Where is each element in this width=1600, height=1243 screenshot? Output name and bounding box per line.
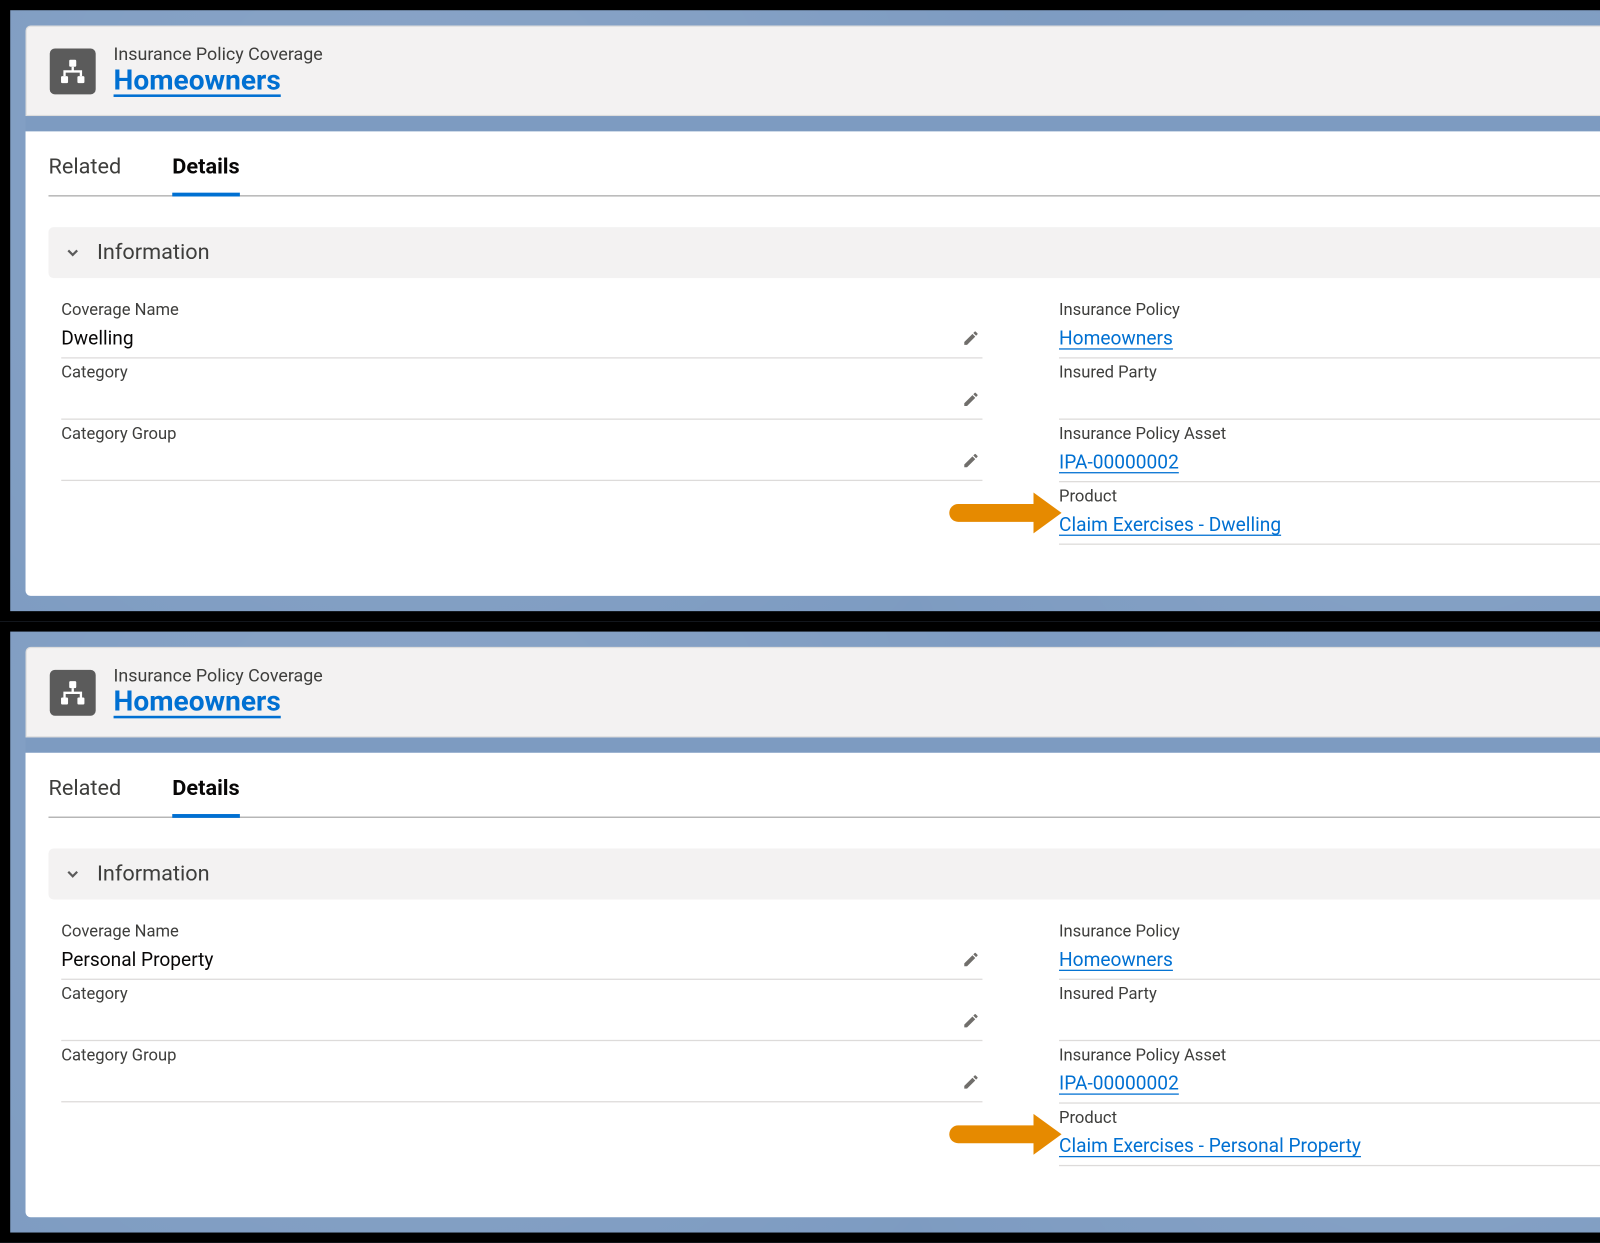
field: Category Group (61, 420, 982, 481)
tab-details[interactable]: Details (172, 776, 239, 817)
breadcrumb: Insurance Policy Coverage (114, 45, 323, 65)
field-label: Insurance Policy Asset (1059, 425, 1600, 444)
tabset: Related Details (48, 131, 1600, 196)
record-header: Insurance Policy Coverage Homeowners (26, 26, 1600, 117)
tab-details[interactable]: Details (172, 154, 239, 195)
field-value: Dwelling (61, 327, 133, 350)
pencil-icon (962, 452, 980, 470)
field-label: Category (61, 985, 982, 1004)
right-column: Insurance Policy Homeowners Insured Part… (1059, 296, 1600, 545)
pencil-icon (962, 390, 980, 408)
page-title[interactable]: Homeowners (114, 686, 323, 718)
field-label: Product (1059, 1109, 1600, 1128)
header-text: Insurance Policy Coverage Homeowners (114, 666, 323, 718)
field-label: Insurance Policy (1059, 922, 1600, 941)
chevron-down-icon (61, 863, 84, 886)
edit-button[interactable] (962, 390, 982, 410)
field: Product Claim Exercises - Dwelling (1059, 482, 1600, 545)
record-panel: Insurance Policy Coverage Homeowners Rel… (0, 621, 1600, 1242)
left-column: Coverage Name Dwelling Category Category… (61, 296, 982, 545)
hierarchy-icon (59, 57, 87, 85)
field: Coverage Name Personal Property (61, 917, 982, 980)
field-label: Insurance Policy (1059, 301, 1600, 320)
section-header[interactable]: Information (48, 227, 1600, 278)
field-label: Category Group (61, 425, 982, 444)
tabset: Related Details (48, 753, 1600, 818)
field-value[interactable]: Claim Exercises - Personal Property (1059, 1134, 1361, 1157)
edit-button[interactable] (962, 951, 982, 971)
record-icon (50, 669, 96, 715)
content-card: Related Details Information Coverage Nam… (26, 753, 1600, 1217)
decorative-strip (26, 116, 1600, 131)
field-label: Coverage Name (61, 301, 982, 320)
chevron-down-icon (64, 865, 82, 883)
edit-button[interactable] (962, 1073, 982, 1093)
field-value[interactable]: IPA-00000002 (1059, 1072, 1179, 1095)
section-header[interactable]: Information (48, 848, 1600, 899)
field-label: Category (61, 364, 982, 383)
page-title[interactable]: Homeowners (114, 65, 323, 97)
field: Insurance Policy Asset IPA-00000002 (1059, 420, 1600, 483)
record-header: Insurance Policy Coverage Homeowners (26, 647, 1600, 738)
edit-button[interactable] (962, 329, 982, 349)
field: Category Group (61, 1041, 982, 1102)
record-panel: Insurance Policy Coverage Homeowners Rel… (0, 0, 1600, 621)
field: Insured Party (1059, 980, 1600, 1041)
field: Category (61, 980, 982, 1041)
field: Insurance Policy Homeowners (1059, 917, 1600, 980)
breadcrumb: Insurance Policy Coverage (114, 666, 323, 686)
pencil-icon (962, 329, 980, 347)
section-title: Information (97, 240, 210, 266)
left-column: Coverage Name Personal Property Category… (61, 917, 982, 1166)
field: Insurance Policy Asset IPA-00000002 (1059, 1041, 1600, 1104)
pencil-icon (962, 1012, 980, 1030)
hierarchy-icon (59, 678, 87, 706)
field-label: Coverage Name (61, 922, 982, 941)
field-label: Insured Party (1059, 985, 1600, 1004)
record-icon (50, 48, 96, 94)
edit-button[interactable] (962, 452, 982, 472)
field: Product Claim Exercises - Personal Prope… (1059, 1104, 1600, 1167)
section-title: Information (97, 861, 210, 887)
field-label: Product (1059, 487, 1600, 506)
field-value[interactable]: Homeowners (1059, 948, 1173, 971)
field: Insurance Policy Homeowners (1059, 296, 1600, 359)
chevron-down-icon (61, 241, 84, 264)
field: Insured Party (1059, 359, 1600, 420)
content-card: Related Details Information Coverage Nam… (26, 131, 1600, 595)
pencil-icon (962, 951, 980, 969)
field-value[interactable]: Claim Exercises - Dwelling (1059, 513, 1281, 536)
fields-grid: Coverage Name Personal Property Category… (48, 917, 1600, 1166)
field-value: Personal Property (61, 948, 213, 971)
field-label: Insurance Policy Asset (1059, 1046, 1600, 1065)
fields-grid: Coverage Name Dwelling Category Category… (48, 296, 1600, 545)
field-value[interactable]: Homeowners (1059, 327, 1173, 350)
pencil-icon (962, 1073, 980, 1091)
right-column: Insurance Policy Homeowners Insured Part… (1059, 917, 1600, 1166)
field-label: Insured Party (1059, 364, 1600, 383)
field-value[interactable]: IPA-00000002 (1059, 450, 1179, 473)
decorative-strip (26, 737, 1600, 752)
edit-button[interactable] (962, 1012, 982, 1032)
tab-related[interactable]: Related (48, 776, 121, 817)
field: Coverage Name Dwelling (61, 296, 982, 359)
tab-related[interactable]: Related (48, 154, 121, 195)
header-text: Insurance Policy Coverage Homeowners (114, 45, 323, 97)
field: Category (61, 359, 982, 420)
field-label: Category Group (61, 1046, 982, 1065)
chevron-down-icon (64, 244, 82, 262)
